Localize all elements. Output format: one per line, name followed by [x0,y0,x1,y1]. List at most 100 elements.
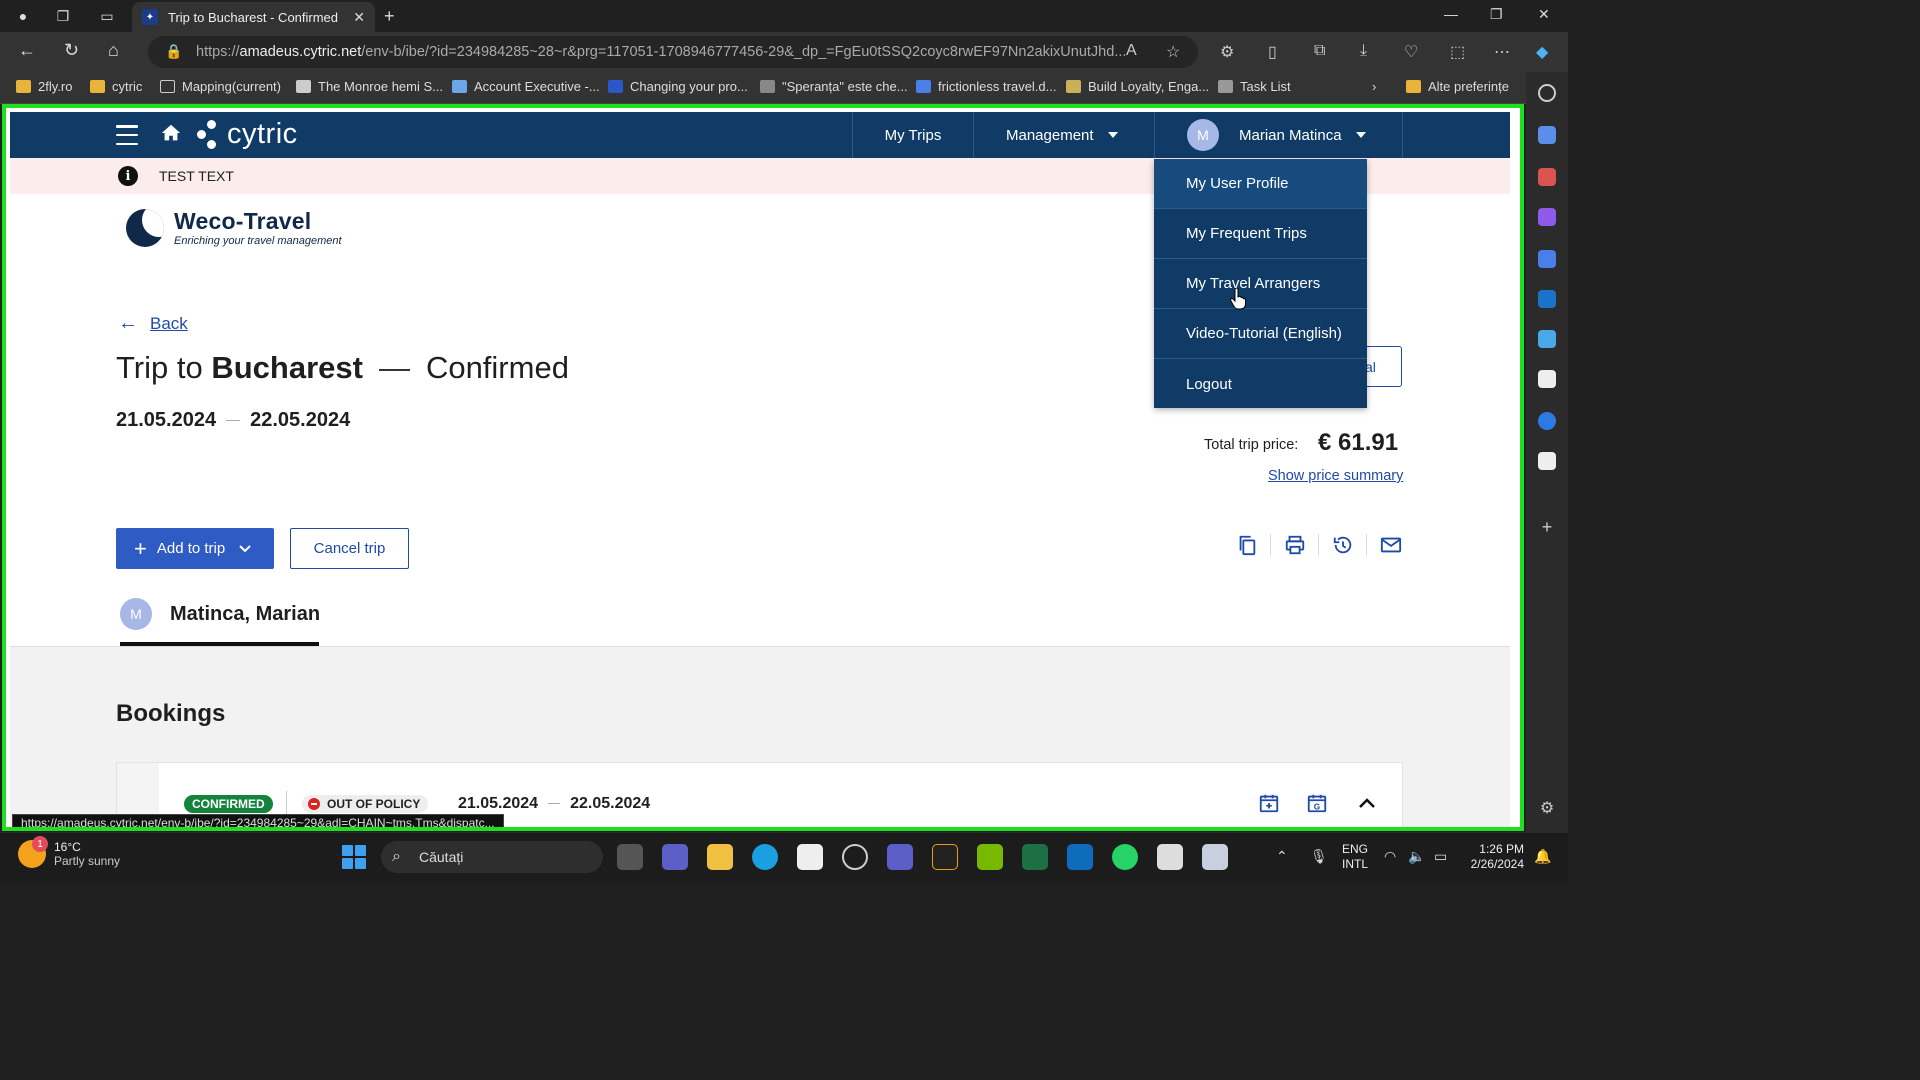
tab-actions-icon[interactable]: ▭ [90,0,124,32]
bookmark-item[interactable]: Mapping(current) [160,79,281,94]
sidebar-outlook-icon[interactable] [1538,290,1556,308]
back-link[interactable]: ← Back [118,312,188,335]
sidebar-site-icon[interactable] [1538,452,1556,470]
close-window-icon[interactable]: ✕ [1538,6,1550,23]
read-aloud-icon[interactable]: A [1126,42,1137,60]
downloads-icon[interactable]: ⤓ [1360,42,1367,60]
copy-icon[interactable] [1234,532,1260,558]
menu-item-video-tutorial[interactable]: Video-Tutorial (English) [1154,309,1367,359]
file-explorer-icon[interactable] [707,844,733,870]
plex-icon[interactable] [932,844,958,870]
bookmarks-overflow-icon[interactable]: › [1372,79,1376,94]
cancel-trip-button[interactable]: Cancel trip [290,528,409,569]
weather-widget[interactable]: 1 16°C Partly sunny [18,836,120,868]
sidebar-search-icon[interactable] [1538,84,1556,102]
show-hidden-icons-icon[interactable]: ⌃ [1276,848,1288,865]
teams-work-icon[interactable] [887,844,913,870]
bookmark-folder-other[interactable]: Alte preferințe [1406,79,1509,94]
home-icon[interactable]: ⌂ [108,40,119,61]
nvidia-icon[interactable] [977,844,1003,870]
bookmark-item[interactable]: Account Executive -... [452,79,600,94]
search-icon: ⌕ [392,848,401,865]
total-price-label: Total trip price: [1204,437,1299,453]
extensions-icon[interactable]: ⚙ [1220,42,1234,62]
cytric-logo[interactable]: cytric [195,117,298,151]
traveler-tab[interactable]: M Matinca, Marian [120,598,320,630]
wifi-icon[interactable]: ◠ [1384,848,1396,865]
bookmark-item[interactable]: The Monroe hemi S... [296,79,443,94]
system-clock[interactable]: 1:26 PM 2/26/2024 [1462,842,1524,872]
google-calendar-icon[interactable]: G [1305,791,1329,815]
sidebar-add-icon[interactable]: + [1538,518,1556,536]
add-to-trip-button[interactable]: + Add to trip [116,528,274,569]
menu-item-my-frequent-trips[interactable]: My Frequent Trips [1154,209,1367,259]
split-screen-icon[interactable]: ▯ [1268,42,1277,62]
refresh-icon[interactable]: ↻ [64,40,79,61]
history-icon[interactable] [1330,532,1356,558]
sidebar-settings-icon[interactable]: ⚙ [1538,800,1556,818]
sidebar-app-icon[interactable] [1538,126,1556,144]
sidebar-amazon-icon[interactable] [1538,412,1556,430]
profile-icon[interactable]: ● [6,0,40,32]
copilot-icon[interactable]: ◆ [1536,42,1548,62]
windows-start-icon[interactable] [342,845,366,869]
performance-icon[interactable]: ♡ [1404,42,1418,62]
nav-my-trips[interactable]: My Trips [852,112,973,158]
more-options-icon[interactable]: ⋯ [1494,42,1510,62]
trip-dates: 21.05.2024 22.05.2024 [116,409,351,431]
hamburger-menu-icon[interactable] [116,125,138,145]
close-tab-icon[interactable]: ✕ [353,9,365,26]
bookmark-item[interactable]: Task List [1218,79,1291,94]
nav-management[interactable]: Management [973,112,1154,158]
show-price-summary-link[interactable]: Show price summary [1268,468,1403,484]
menu-item-logout[interactable]: Logout [1154,359,1367,409]
collections-icon[interactable]: ⧉ [1314,42,1325,60]
new-tab-icon[interactable]: + [384,6,395,27]
bookmark-item[interactable]: Changing your pro... [608,79,748,94]
store-icon[interactable] [797,844,823,870]
snipping-tool-icon[interactable] [1157,844,1183,870]
minimize-icon[interactable]: — [1444,6,1458,22]
edge-browser-icon[interactable] [752,844,778,870]
nav-user-menu[interactable]: M Marian Matinca [1154,112,1403,158]
sidebar-office-icon[interactable] [1538,250,1556,268]
outlook-icon[interactable] [1067,844,1093,870]
excel-icon[interactable] [1022,844,1048,870]
bookmark-item[interactable]: Build Loyalty, Enga... [1066,79,1209,94]
sidebar-games-icon[interactable] [1538,208,1556,226]
screenshot-icon[interactable]: ⬚ [1450,42,1465,62]
workspaces-icon[interactable]: ❐ [46,0,80,32]
battery-icon[interactable]: ▭ [1434,848,1447,865]
whatsapp-icon[interactable] [1112,844,1138,870]
favorite-star-icon[interactable]: ☆ [1166,42,1180,62]
print-icon[interactable] [1282,532,1308,558]
input-language[interactable]: ENG INTL [1342,842,1368,872]
browser-tab-active[interactable]: ✦ Trip to Bucharest - Confirmed ✕ [132,2,375,32]
email-icon[interactable] [1378,532,1404,558]
menu-item-my-travel-arrangers[interactable]: My Travel Arrangers [1154,259,1367,309]
volume-icon[interactable]: 🔈 [1408,848,1425,865]
back-arrow-icon[interactable]: ← [18,40,36,61]
dell-icon[interactable] [842,844,868,870]
home-icon[interactable] [160,122,182,150]
bookmark-item[interactable]: "Speranța" este che... [760,79,908,94]
sidebar-send-icon[interactable] [1538,330,1556,348]
chevron-up-icon[interactable] [1355,791,1379,815]
add-to-calendar-icon[interactable] [1257,791,1281,815]
task-view-icon[interactable] [617,844,643,870]
microphone-icon[interactable]: 🎙 [1310,848,1328,865]
bookmark-item[interactable]: frictionless travel.d... [916,79,1057,94]
sidebar-site-icon[interactable] [1538,370,1556,388]
restore-icon[interactable]: ❐ [1490,6,1503,23]
teams-icon[interactable] [662,844,688,870]
taskbar-search[interactable]: ⌕ Căutați [381,841,603,873]
menu-item-my-user-profile[interactable]: My User Profile [1154,159,1367,209]
bookmark-item[interactable]: 2fly.ro [16,79,72,94]
address-bar[interactable]: 🔒 https://amadeus.cytric.net/env-b/ibe/?… [148,36,1198,68]
sidebar-tools-icon[interactable] [1538,168,1556,186]
notification-badge: 1 [32,836,48,852]
cytric-logo-icon [195,117,221,151]
paint-icon[interactable] [1202,844,1228,870]
bookmark-item[interactable]: cytric [90,79,142,94]
notifications-bell-icon[interactable]: 🔔 [1534,848,1551,865]
